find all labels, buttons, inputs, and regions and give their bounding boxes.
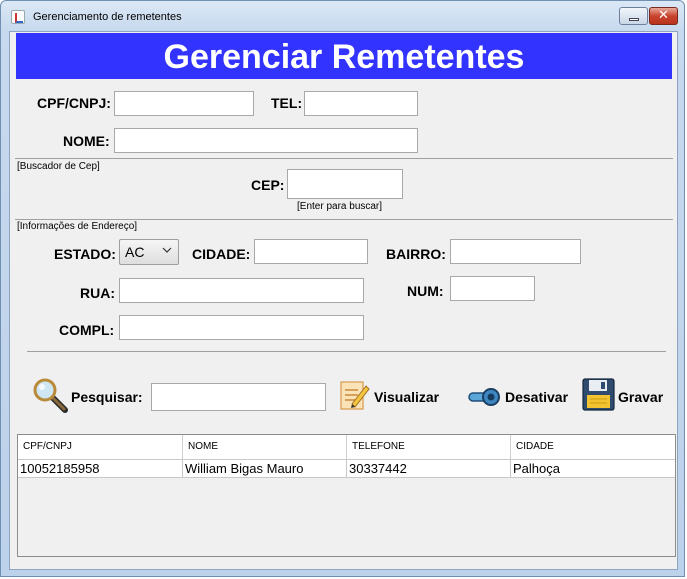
address-section-heading: [Informações de Endereço] [17,221,138,232]
floppy-disk-icon[interactable] [582,378,615,411]
section-divider [27,351,666,352]
cidade-label: CIDADE: [192,246,251,262]
nome-label: NOME: [63,133,110,149]
window-title: Gerenciamento de remetentes [33,11,182,23]
compl-label: COMPL: [59,322,115,338]
section-divider [15,219,673,220]
column-header-cpf[interactable]: CPF/CNPJ [18,435,183,459]
column-header-telefone[interactable]: TELEFONE [347,435,511,459]
java-cup-icon [11,10,25,24]
minimize-button[interactable] [619,7,648,25]
cep-field[interactable] [287,169,403,199]
estado-label: ESTADO: [54,246,116,262]
table-cell-cpf: 10052185958 [18,460,183,477]
cep-label: CEP: [251,177,285,193]
cpf-field[interactable] [114,91,254,116]
cep-hint: [Enter para buscar] [297,201,383,212]
nome-field[interactable] [114,128,418,153]
section-divider [15,158,673,159]
view-button[interactable]: Visualizar [374,389,439,405]
rua-label: RUA: [80,285,115,301]
cep-section-heading: [Buscador de Cep] [17,161,100,172]
search-input[interactable] [151,383,326,411]
num-field[interactable] [450,276,535,301]
column-header-nome[interactable]: NOME [183,435,347,459]
page-title: Gerenciar Remetentes [16,33,672,79]
table-cell-nome: William Bigas Mauro [183,460,347,477]
cpf-label: CPF/CNPJ: [37,95,111,111]
notepad-pencil-icon[interactable] [338,378,370,412]
bairro-field[interactable] [450,239,581,264]
close-button[interactable]: ✕ [649,7,678,25]
tel-label: TEL: [271,95,303,111]
estado-select[interactable]: AC [119,239,179,265]
deactivate-button[interactable]: Desativar [505,389,568,405]
save-button[interactable]: Gravar [618,389,663,405]
cidade-field[interactable] [254,239,368,264]
content-panel: Gerenciar Remetentes CPF/CNPJ: TEL: NOME… [9,31,678,570]
close-icon: ✕ [658,8,669,23]
num-label: NUM: [407,283,444,299]
estado-value: AC [125,244,145,260]
table-cell-cidade: Palhoça [513,461,560,476]
chevron-down-icon [162,247,172,253]
rua-field[interactable] [119,278,364,303]
tel-field[interactable] [304,91,418,116]
bairro-label: BAIRRO: [386,246,446,262]
search-label: Pesquisar: [71,389,143,405]
results-table[interactable]: CPF/CNPJ NOME TELEFONE CIDADE 1005218595… [17,434,676,557]
table-cell-telefone: 30337442 [347,460,511,477]
column-header-cidade[interactable]: CIDADE [511,435,675,459]
key-toggle-icon[interactable] [468,387,502,407]
magnifier-icon[interactable] [32,377,70,415]
compl-field[interactable] [119,315,364,340]
table-header: CPF/CNPJ NOME TELEFONE CIDADE [18,435,675,460]
app-window: Gerenciamento de remetentes ✕ Gerenciar … [0,0,685,577]
table-row[interactable]: 10052185958 William Bigas Mauro 30337442… [18,460,675,478]
title-bar[interactable]: Gerenciamento de remetentes ✕ [1,1,684,31]
